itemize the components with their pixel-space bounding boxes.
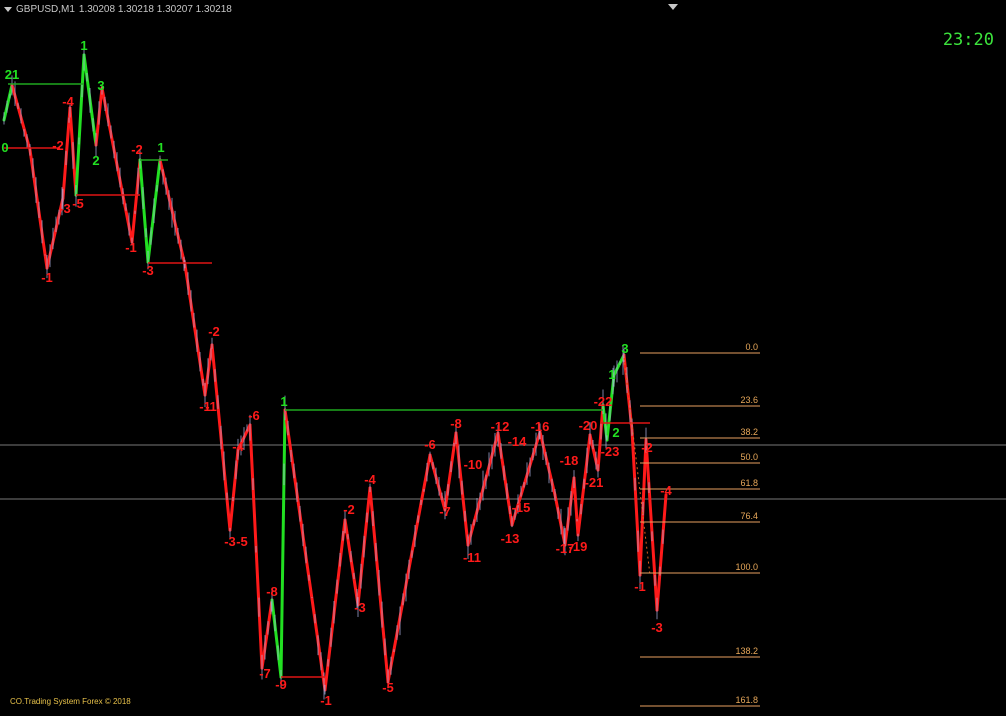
wave-label-red: -3	[651, 620, 663, 635]
wave-label-red: -22	[594, 394, 613, 409]
dropdown-arrow-icon[interactable]	[4, 7, 12, 12]
zigzag-segment	[538, 430, 557, 497]
wave-label-red: -4	[660, 483, 672, 498]
wave-label-red: -2	[131, 142, 143, 157]
wave-label-red: -11	[463, 550, 481, 565]
price-readout: 1.30208 1.30218 1.30207 1.30218	[78, 4, 232, 15]
wave-label-green: 2	[612, 425, 619, 440]
zigzag-segment	[279, 408, 287, 679]
zigzag-segment	[130, 158, 142, 244]
wave-label-red: -7	[439, 504, 451, 519]
wave-label-green: 1	[608, 367, 615, 382]
chart-shift-marker-icon[interactable]	[668, 4, 678, 10]
wave-label-red: -1	[634, 579, 646, 594]
wave-label-red: -1	[320, 693, 332, 708]
fib-level-label: 76.4	[740, 511, 758, 521]
fib-level-label: 0.0	[745, 342, 758, 352]
wave-label-red: -5	[382, 680, 394, 695]
wave-label-red: -18	[560, 453, 579, 468]
zigzag-segment	[270, 598, 283, 679]
wave-label-red: -4	[364, 472, 376, 487]
fib-level-label: 38.2	[740, 427, 758, 437]
wave-label-green: 3	[97, 78, 104, 93]
wave-label-green: 2	[92, 153, 99, 168]
zigzag-segment	[2, 83, 14, 122]
wave-label-red: -6	[248, 408, 260, 423]
fib-level-label: 50.0	[740, 452, 758, 462]
wave-label-red: -1	[205, 399, 217, 414]
zigzag-segment	[428, 453, 447, 512]
copyright-footer: CO.Trading System Forex © 2018	[10, 697, 131, 706]
fib-level-label: 61.8	[740, 478, 758, 488]
wave-label-red: -16	[531, 419, 550, 434]
wave-label-red: -15	[512, 500, 531, 515]
wave-label-red: -3	[224, 534, 236, 549]
wave-label-red: -14	[508, 434, 528, 449]
zigzag-segment	[588, 433, 600, 472]
wave-label-red: -2	[208, 324, 220, 339]
wave-label-green: 1	[80, 38, 87, 53]
zigzag-segment	[74, 53, 86, 197]
wave-label-green: 0	[1, 140, 8, 155]
wave-label-red: -19	[569, 539, 588, 554]
fib-level-label: 138.2	[735, 646, 758, 656]
wave-label-red: -2	[52, 138, 64, 153]
wave-label-red: -13	[501, 531, 520, 546]
zigzag-segment	[572, 476, 580, 537]
wave-label-red: -2	[641, 440, 653, 455]
wave-label-red: -3	[59, 201, 71, 216]
zigzag-segment	[138, 158, 150, 264]
zigzag-segment	[228, 448, 240, 532]
zigzag-segment	[630, 428, 642, 577]
wave-label-green: 3	[621, 341, 628, 356]
zigzag-segment	[563, 476, 576, 547]
wave-label-red: -10	[464, 457, 483, 472]
wave-label-green: 1	[280, 394, 287, 409]
wave-label-red: -5	[72, 196, 84, 211]
fib-level-label: 23.6	[740, 395, 758, 405]
fib-level-label: 161.8	[735, 695, 758, 705]
wave-label-red: -8	[450, 416, 462, 431]
zigzag-segment	[655, 493, 668, 612]
zigzag-segment	[343, 518, 360, 607]
wave-label-red: -3	[142, 263, 154, 278]
wave-label-red: -7	[259, 666, 271, 681]
symbol-label: GBPUSD,M1	[16, 4, 75, 15]
wave-label-red: -3	[354, 600, 366, 615]
clock: 23:20	[942, 30, 994, 50]
wave-label-red: -1	[125, 240, 137, 255]
wave-label-red: -2	[343, 502, 355, 517]
wave-label-red: -4	[62, 94, 74, 109]
wave-label-red: -5	[236, 534, 248, 549]
wave-label-red: -1	[41, 270, 53, 285]
price-chart[interactable]: 0.0 23.6 38.2 50.0 61.8 76.4 100.0 138.2 161.8 -4…	[0, 0, 1006, 716]
wave-label-red: -8	[266, 584, 278, 599]
wave-label-green: 1	[157, 140, 164, 155]
wave-label-red: -12	[491, 419, 510, 434]
wave-label-green: 21	[5, 67, 19, 82]
chart-header: GBPUSD,M1 1.30208 1.30218 1.30207 1.3021…	[4, 4, 232, 15]
wave-label-red: -21	[585, 475, 604, 490]
wave-label-red: -20	[579, 418, 598, 433]
wave-label-red: -23	[601, 444, 620, 459]
wave-label-red: -6	[424, 437, 436, 452]
wave-label-red: -9	[275, 677, 287, 692]
fib-level-label: 100.0	[735, 562, 758, 572]
wave-label-red: -4	[232, 439, 244, 454]
